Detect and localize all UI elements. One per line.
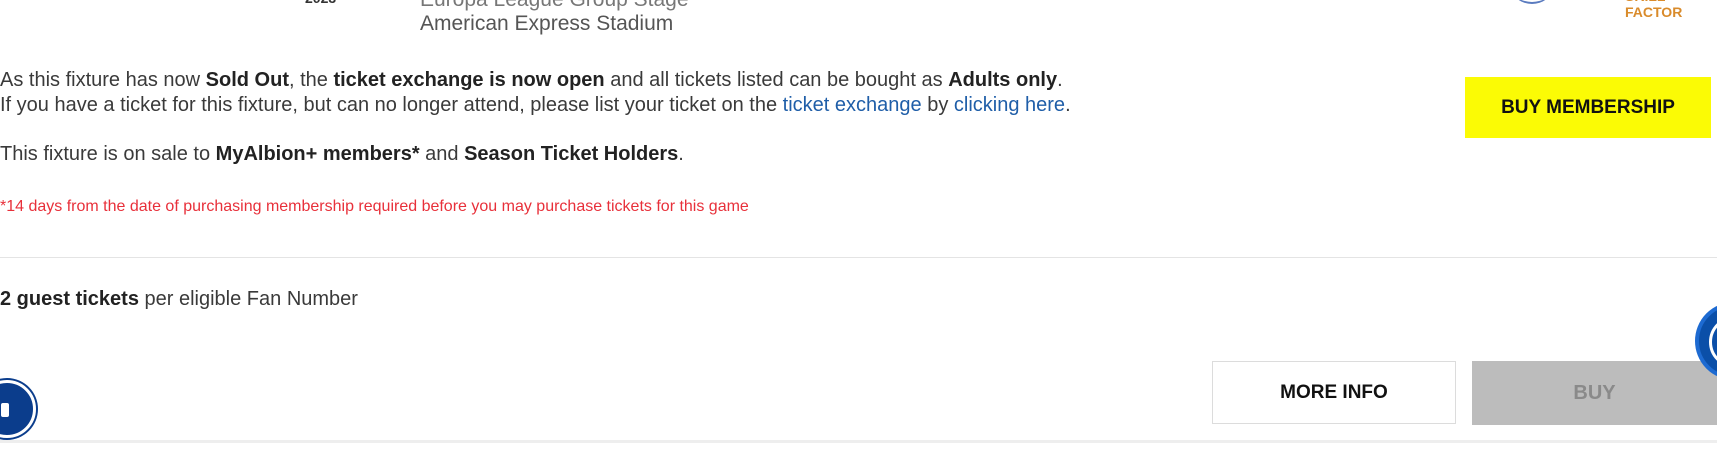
club-crest-icon <box>1512 0 1552 4</box>
chat-glyph <box>1 403 9 417</box>
fixture-date-fragment: 2023 <box>305 0 336 6</box>
text: and <box>419 143 465 165</box>
exchange-open-text: ticket exchange is now open <box>333 69 605 91</box>
text: This fixture is on sale to <box>0 143 216 165</box>
sold-out-line: As this fixture has now Sold Out, the ti… <box>0 68 1300 93</box>
fixture-right-fragment: SKILL FACTOR <box>1625 0 1683 20</box>
divider <box>0 257 1717 258</box>
card-bottom-edge <box>0 440 1717 443</box>
on-sale-line: This fixture is on sale to MyAlbion+ mem… <box>0 142 1300 167</box>
text: , the <box>288 69 334 91</box>
chat-bubble-icon[interactable] <box>0 380 36 438</box>
guest-tickets-info: 2 guest tickets per eligible Fan Number <box>0 288 358 311</box>
help-ring <box>1709 316 1717 368</box>
fixture-venue: American Express Stadium <box>420 12 674 35</box>
members-text: MyAlbion+ members* <box>215 143 420 165</box>
text: . <box>1065 94 1071 116</box>
fixture-info: As this fixture has now Sold Out, the ti… <box>0 68 1300 167</box>
guest-rest: per eligible Fan Number <box>138 288 358 310</box>
season-holders-text: Season Ticket Holders <box>464 143 679 165</box>
text: and all tickets listed can be bought as <box>604 69 949 91</box>
text: by <box>921 94 954 116</box>
membership-note: *14 days from the date of purchasing mem… <box>0 198 749 215</box>
fixture-details: Europa League Group Stage American Expre… <box>420 0 689 36</box>
more-info-button[interactable]: MORE INFO <box>1212 361 1456 424</box>
text: If you have a ticket for this fixture, b… <box>0 94 783 116</box>
exchange-line: If you have a ticket for this fixture, b… <box>0 93 1300 118</box>
buy-button[interactable]: BUY <box>1472 361 1717 425</box>
clicking-here-link[interactable]: clicking here <box>954 94 1065 116</box>
sold-out-text: Sold Out <box>205 69 289 91</box>
ticket-exchange-link[interactable]: ticket exchange <box>783 94 922 116</box>
adults-only-text: Adults only <box>948 69 1058 91</box>
text: . <box>1057 69 1063 91</box>
guest-count: 2 guest tickets <box>0 288 139 310</box>
text: As this fixture has now <box>0 69 206 91</box>
fixture-competition: Europa League Group Stage <box>420 0 689 12</box>
buy-membership-button[interactable]: BUY MEMBERSHIP <box>1465 77 1711 138</box>
text: . <box>678 143 684 165</box>
